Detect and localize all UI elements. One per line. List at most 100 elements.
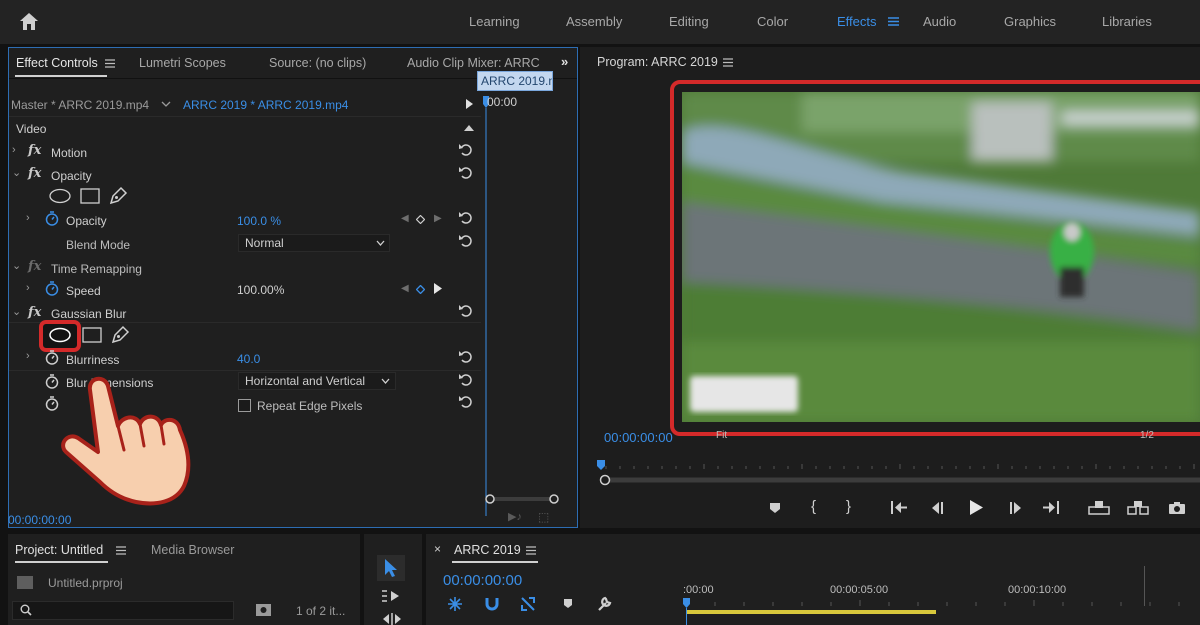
collapse-gaussian-icon[interactable]: ⌄ <box>12 305 21 318</box>
more-tabs-icon[interactable]: » <box>561 54 568 69</box>
mark-in-icon[interactable]: { <box>811 498 816 515</box>
stopwatch-icon[interactable] <box>45 281 59 296</box>
rectangle-mask-icon[interactable] <box>80 188 100 204</box>
sequence-tab[interactable]: ARRC 2019 <box>454 543 521 557</box>
search-icon[interactable] <box>20 604 32 616</box>
blurriness-value[interactable]: 40.0 <box>237 352 260 366</box>
ellipse-mask-icon[interactable] <box>49 327 71 343</box>
find-bin-icon[interactable] <box>256 604 271 616</box>
workspace-effects[interactable]: Effects <box>837 14 877 29</box>
workspace-audio[interactable]: Audio <box>923 14 956 29</box>
fx-icon[interactable]: fx <box>28 259 41 274</box>
keyframe-icon[interactable] <box>416 215 425 224</box>
workspace-learning[interactable]: Learning <box>469 14 520 29</box>
program-timecode[interactable]: 00:00:00:00 <box>604 430 673 445</box>
repeat-edge-checkbox[interactable] <box>238 399 251 412</box>
prev-keyframe-icon[interactable]: ◀ <box>401 213 409 224</box>
playhead[interactable] <box>482 96 490 516</box>
selection-tool-icon[interactable] <box>384 558 398 578</box>
go-to-out-icon[interactable] <box>1042 501 1060 514</box>
panel-menu-icon[interactable] <box>105 59 115 68</box>
mark-out-icon[interactable]: } <box>846 498 851 515</box>
reset-icon[interactable] <box>458 304 474 318</box>
master-clip-label[interactable]: Master * ARRC 2019.mp4 <box>11 98 149 112</box>
magnet-icon[interactable] <box>485 597 499 611</box>
effect-timecode-bottom[interactable]: 00:00:00:00 <box>8 513 71 527</box>
panel-menu-icon[interactable] <box>116 546 126 555</box>
chevron-down-icon[interactable] <box>376 240 385 246</box>
collapse-time-remap-icon[interactable]: ⌄ <box>12 259 21 272</box>
sequence-timecode[interactable]: 00:00:00:00 <box>443 572 522 589</box>
marker-icon[interactable] <box>769 502 781 514</box>
fx-icon[interactable]: fx <box>28 305 41 320</box>
reset-icon[interactable] <box>458 373 474 387</box>
workspace-assembly[interactable]: Assembly <box>566 14 622 29</box>
reset-icon[interactable] <box>458 395 474 409</box>
tab-effect-controls[interactable]: Effect Controls <box>16 56 98 70</box>
reset-icon[interactable] <box>458 211 474 225</box>
tab-media-browser[interactable]: Media Browser <box>151 543 234 557</box>
tab-lumetri-scopes[interactable]: Lumetri Scopes <box>139 56 226 70</box>
zoom-scrollbar[interactable] <box>484 492 560 506</box>
clip-name-label[interactable]: ARRC 2019 * ARRC 2019.mp4 <box>183 98 348 112</box>
expand-speed-icon[interactable]: › <box>26 282 30 294</box>
rectangle-mask-icon[interactable] <box>82 327 102 343</box>
clip-bar[interactable]: ARRC 2019.mp4 <box>477 71 553 91</box>
resolution-dropdown[interactable]: 1/2 <box>1140 430 1196 442</box>
fit-dropdown[interactable]: Fit <box>716 430 788 442</box>
stopwatch-icon[interactable] <box>45 211 59 226</box>
program-time-ruler[interactable] <box>596 456 1200 486</box>
speed-value[interactable]: 100.00% <box>237 283 284 297</box>
wrench-icon[interactable] <box>596 596 612 612</box>
blur-dimensions-dropdown[interactable]: Horizontal and Vertical <box>238 372 396 390</box>
ellipse-mask-icon[interactable] <box>49 188 71 204</box>
tab-project[interactable]: Project: Untitled <box>15 543 103 557</box>
ripple-edit-tool-icon[interactable] <box>381 613 403 625</box>
play-clip-icon[interactable] <box>466 99 473 109</box>
panel-menu-icon[interactable] <box>526 546 536 555</box>
workspace-graphics[interactable]: Graphics <box>1004 14 1056 29</box>
workspace-menu-icon[interactable] <box>888 17 899 26</box>
lift-icon[interactable] <box>1088 500 1110 515</box>
workspace-libraries[interactable]: Libraries <box>1102 14 1152 29</box>
pen-mask-icon[interactable] <box>110 325 130 345</box>
fx-icon[interactable]: fx <box>28 166 41 181</box>
home-icon[interactable] <box>18 11 40 33</box>
go-to-in-icon[interactable] <box>890 501 908 514</box>
nest-icon[interactable] <box>447 596 463 612</box>
extract-icon[interactable] <box>1127 500 1149 515</box>
workspace-editing[interactable]: Editing <box>669 14 709 29</box>
next-keyframe-icon[interactable]: ▶ <box>434 213 442 224</box>
collapse-opacity-icon[interactable]: ⌄ <box>12 166 21 179</box>
next-keyframe-icon[interactable] <box>434 283 442 294</box>
add-marker-icon[interactable] <box>563 598 573 609</box>
camera-icon[interactable] <box>1168 501 1186 515</box>
linked-selection-icon[interactable] <box>520 596 536 612</box>
keyframe-icon[interactable] <box>416 285 425 294</box>
panel-menu-icon[interactable] <box>723 58 733 67</box>
export-frame-icon[interactable]: ⬚ <box>538 510 549 524</box>
stopwatch-icon[interactable] <box>45 350 59 365</box>
sequence-time-ruler[interactable] <box>680 596 1200 625</box>
reset-icon[interactable] <box>458 350 474 364</box>
audio-only-icon[interactable]: ▶♪ <box>508 510 522 523</box>
chevron-down-icon[interactable] <box>381 378 390 384</box>
expand-opacity-param-icon[interactable]: › <box>26 212 30 224</box>
project-search-input[interactable] <box>12 601 234 620</box>
close-icon[interactable]: × <box>434 542 441 556</box>
fx-icon[interactable]: fx <box>28 143 41 158</box>
step-forward-icon[interactable] <box>1008 502 1023 514</box>
opacity-value[interactable]: 100.0 % <box>237 214 281 228</box>
expand-motion-icon[interactable]: › <box>12 144 16 156</box>
play-icon[interactable] <box>969 500 983 515</box>
reset-icon[interactable] <box>458 143 474 157</box>
reset-icon[interactable] <box>458 166 474 180</box>
collapse-up-icon[interactable] <box>464 125 474 131</box>
prev-keyframe-icon[interactable]: ◀ <box>401 283 409 294</box>
track-select-tool-icon[interactable] <box>381 588 403 604</box>
blend-mode-dropdown[interactable]: Normal <box>238 234 390 252</box>
workspace-color[interactable]: Color <box>757 14 788 29</box>
step-back-icon[interactable] <box>930 502 945 514</box>
expand-blurriness-icon[interactable]: › <box>26 350 30 362</box>
reset-icon[interactable] <box>458 234 474 248</box>
